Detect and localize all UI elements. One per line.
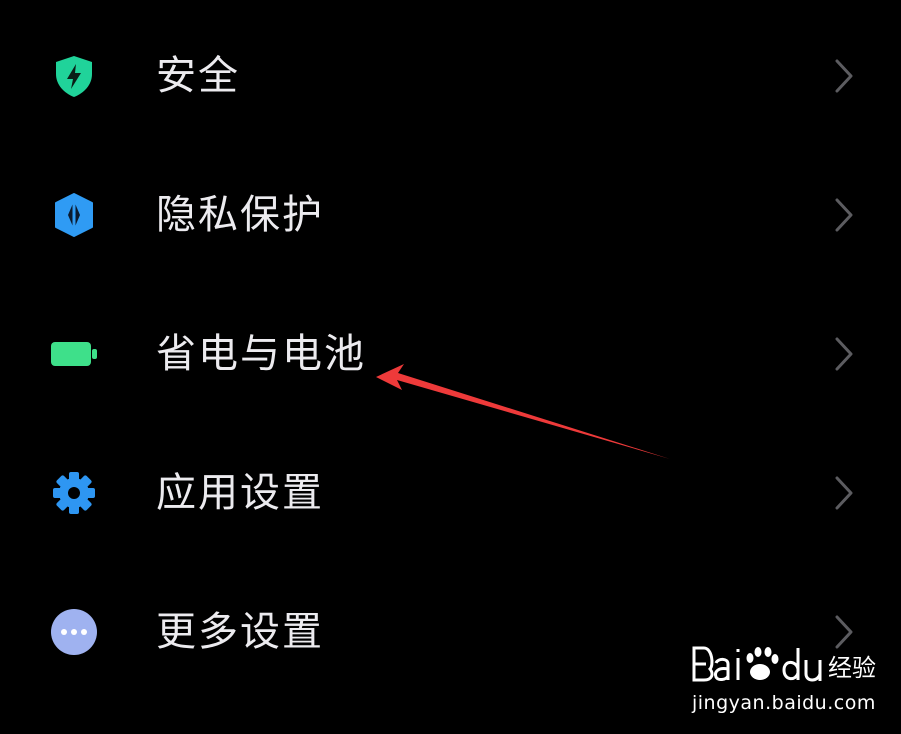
settings-item-label: 更多设置 bbox=[156, 609, 324, 655]
gear-icon bbox=[50, 469, 98, 517]
settings-list: 安全 隐私保护 省电与电池 应用设置 更多设置 bbox=[0, 0, 901, 734]
settings-item-security[interactable]: 安全 bbox=[0, 16, 901, 136]
settings-item-battery[interactable]: 省电与电池 bbox=[0, 294, 901, 414]
more-dots-icon bbox=[50, 608, 98, 656]
watermark-url: jingyan.baidu.com bbox=[692, 692, 876, 714]
settings-item-label: 安全 bbox=[156, 53, 240, 99]
privacy-shield-icon bbox=[50, 191, 98, 239]
settings-item-app-settings[interactable]: 应用设置 bbox=[0, 433, 901, 553]
baidu-logo-icon: 经验 bbox=[692, 646, 876, 682]
settings-item-label: 省电与电池 bbox=[156, 331, 366, 377]
chevron-right-icon bbox=[832, 336, 856, 372]
chevron-right-icon bbox=[832, 475, 856, 511]
settings-item-label: 隐私保护 bbox=[156, 192, 324, 238]
chevron-right-icon bbox=[832, 58, 856, 94]
svg-text:经验: 经验 bbox=[828, 654, 876, 682]
shield-bolt-icon bbox=[50, 52, 98, 100]
baidu-watermark: 经验 jingyan.baidu.com bbox=[688, 636, 888, 720]
battery-icon bbox=[50, 330, 98, 378]
chevron-right-icon bbox=[832, 197, 856, 233]
settings-item-label: 应用设置 bbox=[156, 470, 324, 516]
settings-item-privacy[interactable]: 隐私保护 bbox=[0, 155, 901, 275]
